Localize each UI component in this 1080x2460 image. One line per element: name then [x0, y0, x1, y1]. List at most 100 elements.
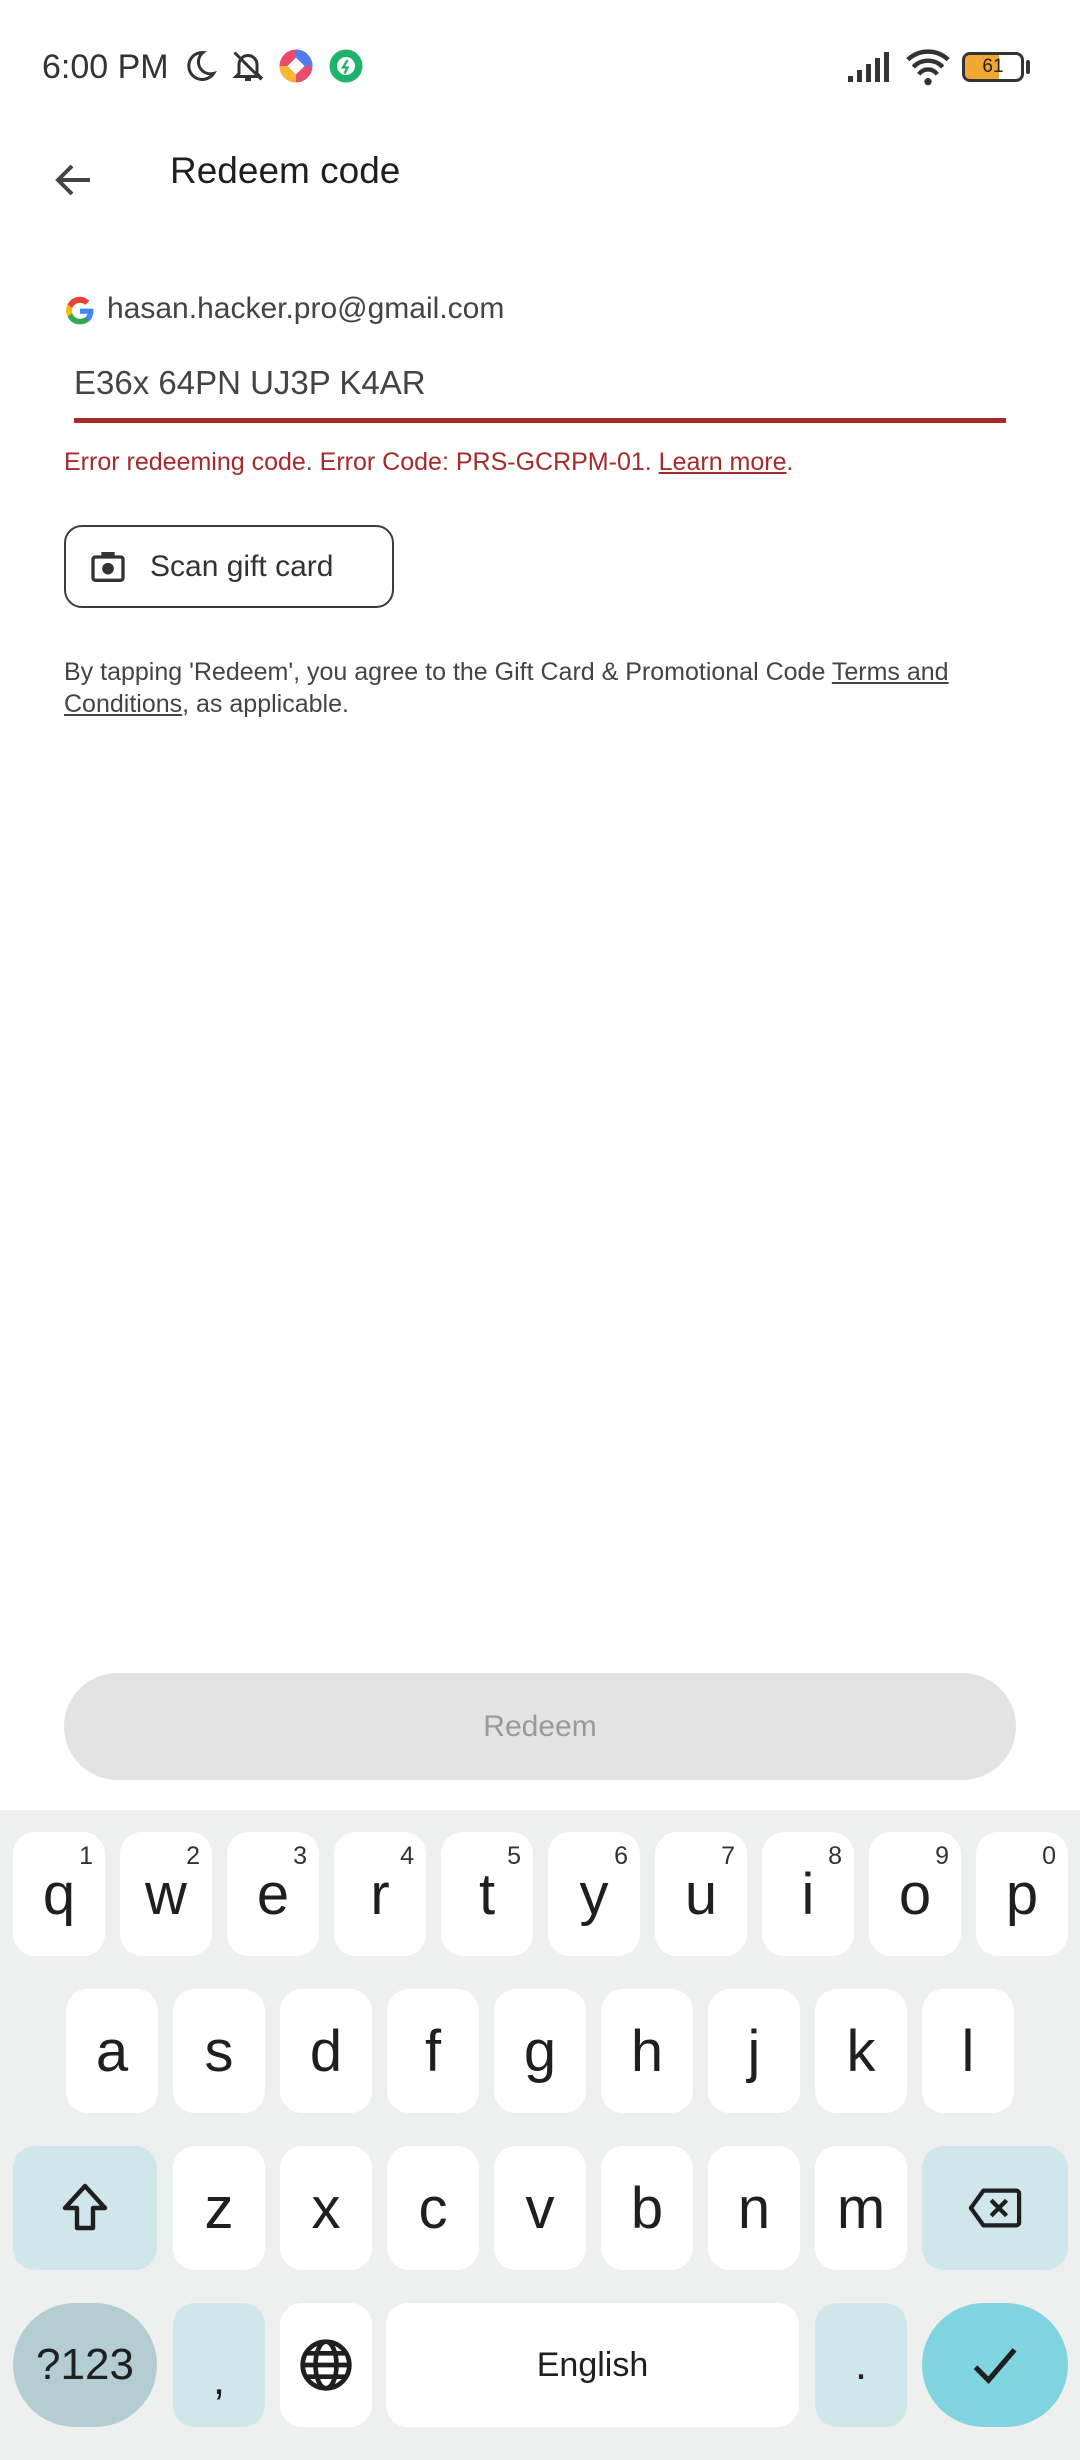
key-l[interactable]: l — [922, 1989, 1014, 2113]
key-h-label: h — [630, 2018, 664, 2084]
redeem-button[interactable]: Redeem — [64, 1673, 1016, 1780]
key-x-label: x — [311, 2175, 341, 2241]
key-k[interactable]: k — [815, 1989, 907, 2113]
key-u[interactable]: u7 — [655, 1832, 747, 1956]
key-y-label: y — [579, 1861, 609, 1927]
key-b[interactable]: b — [601, 2146, 693, 2270]
key-u-hint: 7 — [721, 1842, 735, 1870]
terms-prefix: By tapping 'Redeem', you agree to the Gi… — [64, 658, 832, 686]
key-d[interactable]: d — [280, 1989, 372, 2113]
key-f[interactable]: f — [387, 1989, 479, 2113]
key-v-label: v — [525, 2175, 555, 2241]
battery-level: 61 — [982, 56, 1004, 77]
key-r-hint: 4 — [400, 1842, 414, 1870]
key-z-label: z — [204, 2175, 234, 2241]
key-s-label: s — [204, 2018, 234, 2084]
key-z[interactable]: z — [173, 2146, 265, 2270]
backspace-icon — [968, 2188, 1022, 2228]
enter-key[interactable] — [922, 2303, 1068, 2427]
key-r-label: r — [370, 1861, 390, 1927]
signal-icon — [848, 52, 889, 82]
camera-icon — [91, 551, 125, 582]
backspace-key[interactable] — [922, 2146, 1068, 2270]
comma-key-label: , — [212, 2355, 226, 2404]
redeem-label: Redeem — [483, 1709, 597, 1743]
key-c[interactable]: c — [387, 2146, 479, 2270]
scan-gift-card-button[interactable]: Scan gift card — [64, 525, 394, 608]
key-g-label: g — [523, 2018, 557, 2084]
key-b-label: b — [630, 2175, 664, 2241]
key-v[interactable]: v — [494, 2146, 586, 2270]
language-key[interactable] — [280, 2303, 372, 2427]
error-message: Error redeeming code. Error Code: PRS-GC… — [64, 448, 793, 477]
moon-icon — [187, 50, 217, 81]
period-key-label: . — [854, 2340, 868, 2389]
input-error-underline — [74, 418, 1006, 423]
checkmark-icon — [973, 2348, 1017, 2384]
symbols-key-label: ?123 — [36, 2340, 134, 2389]
key-i[interactable]: i8 — [762, 1832, 854, 1956]
key-q-label: q — [42, 1861, 76, 1927]
key-p[interactable]: p0 — [976, 1832, 1068, 1956]
symbols-key[interactable]: ?123 — [13, 2303, 157, 2427]
globe-icon — [300, 2339, 352, 2391]
account-email: hasan.hacker.pro@gmail.com — [107, 292, 505, 325]
key-e-hint: 3 — [293, 1842, 307, 1870]
wifi-icon — [906, 49, 950, 86]
key-j[interactable]: j — [708, 1989, 800, 2113]
key-i-label: i — [801, 1861, 815, 1927]
google-logo-icon — [66, 296, 94, 325]
shift-icon — [62, 2183, 108, 2231]
key-w-hint: 2 — [186, 1842, 200, 1870]
key-t[interactable]: t5 — [441, 1832, 533, 1956]
key-m-label: m — [836, 2175, 886, 2241]
key-u-label: u — [684, 1861, 718, 1927]
bell-off-icon — [232, 51, 264, 81]
key-a[interactable]: a — [66, 1989, 158, 2113]
error-text: Error redeeming code. Error Code: PRS-GC… — [64, 448, 659, 476]
key-x[interactable]: x — [280, 2146, 372, 2270]
key-w[interactable]: w2 — [120, 1832, 212, 1956]
space-key-label: English — [536, 2345, 649, 2384]
green-app-icon — [329, 49, 363, 83]
key-g[interactable]: g — [494, 1989, 586, 2113]
arrow-left-icon[interactable] — [50, 156, 98, 204]
key-c-label: c — [418, 2175, 448, 2241]
shift-key[interactable] — [13, 2146, 157, 2270]
key-h[interactable]: h — [601, 1989, 693, 2113]
key-q-hint: 1 — [79, 1842, 93, 1870]
key-r[interactable]: r4 — [334, 1832, 426, 1956]
key-p-label: p — [1005, 1861, 1039, 1927]
key-k-label: k — [846, 2018, 876, 2084]
key-q[interactable]: q1 — [13, 1832, 105, 1956]
key-e-label: e — [256, 1861, 290, 1927]
key-s[interactable]: s — [173, 1989, 265, 2113]
scan-gift-card-label: Scan gift card — [150, 549, 334, 583]
status-time: 6:00 PM — [42, 48, 169, 86]
key-o-label: o — [898, 1861, 932, 1927]
page-title: Redeem code — [170, 150, 401, 191]
key-f-label: f — [424, 2018, 442, 2084]
key-e[interactable]: e3 — [227, 1832, 319, 1956]
app-icon — [279, 49, 313, 83]
key-t-label: t — [478, 1861, 496, 1927]
code-input[interactable]: E36x 64PN UJ3P K4AR — [74, 364, 426, 402]
key-o-hint: 9 — [935, 1842, 949, 1870]
battery-icon: 61 — [962, 52, 1024, 82]
key-l-label: l — [961, 2018, 975, 2084]
keyboard: q 1 w 2 e 3 r 4 t 5 y 6 u 7 i 8 o 9 p 0 a s d f g h j k l z x c v b n m ?123… — [0, 1810, 1080, 2460]
terms-text: By tapping 'Redeem', you agree to the Gi… — [64, 656, 1004, 720]
key-p-hint: 0 — [1042, 1842, 1056, 1870]
key-o[interactable]: o9 — [869, 1832, 961, 1956]
key-y[interactable]: y6 — [548, 1832, 640, 1956]
period-key[interactable]: . — [815, 2303, 907, 2427]
key-n[interactable]: n — [708, 2146, 800, 2270]
key-d-label: d — [309, 2018, 343, 2084]
space-key[interactable]: English — [386, 2303, 799, 2427]
key-a-label: a — [95, 2018, 129, 2084]
key-m[interactable]: m — [815, 2146, 907, 2270]
comma-key[interactable]: , — [173, 2303, 265, 2427]
learn-more-link[interactable]: Learn more — [659, 448, 787, 476]
key-i-hint: 8 — [828, 1842, 842, 1870]
terms-suffix: , as applicable. — [182, 690, 349, 718]
